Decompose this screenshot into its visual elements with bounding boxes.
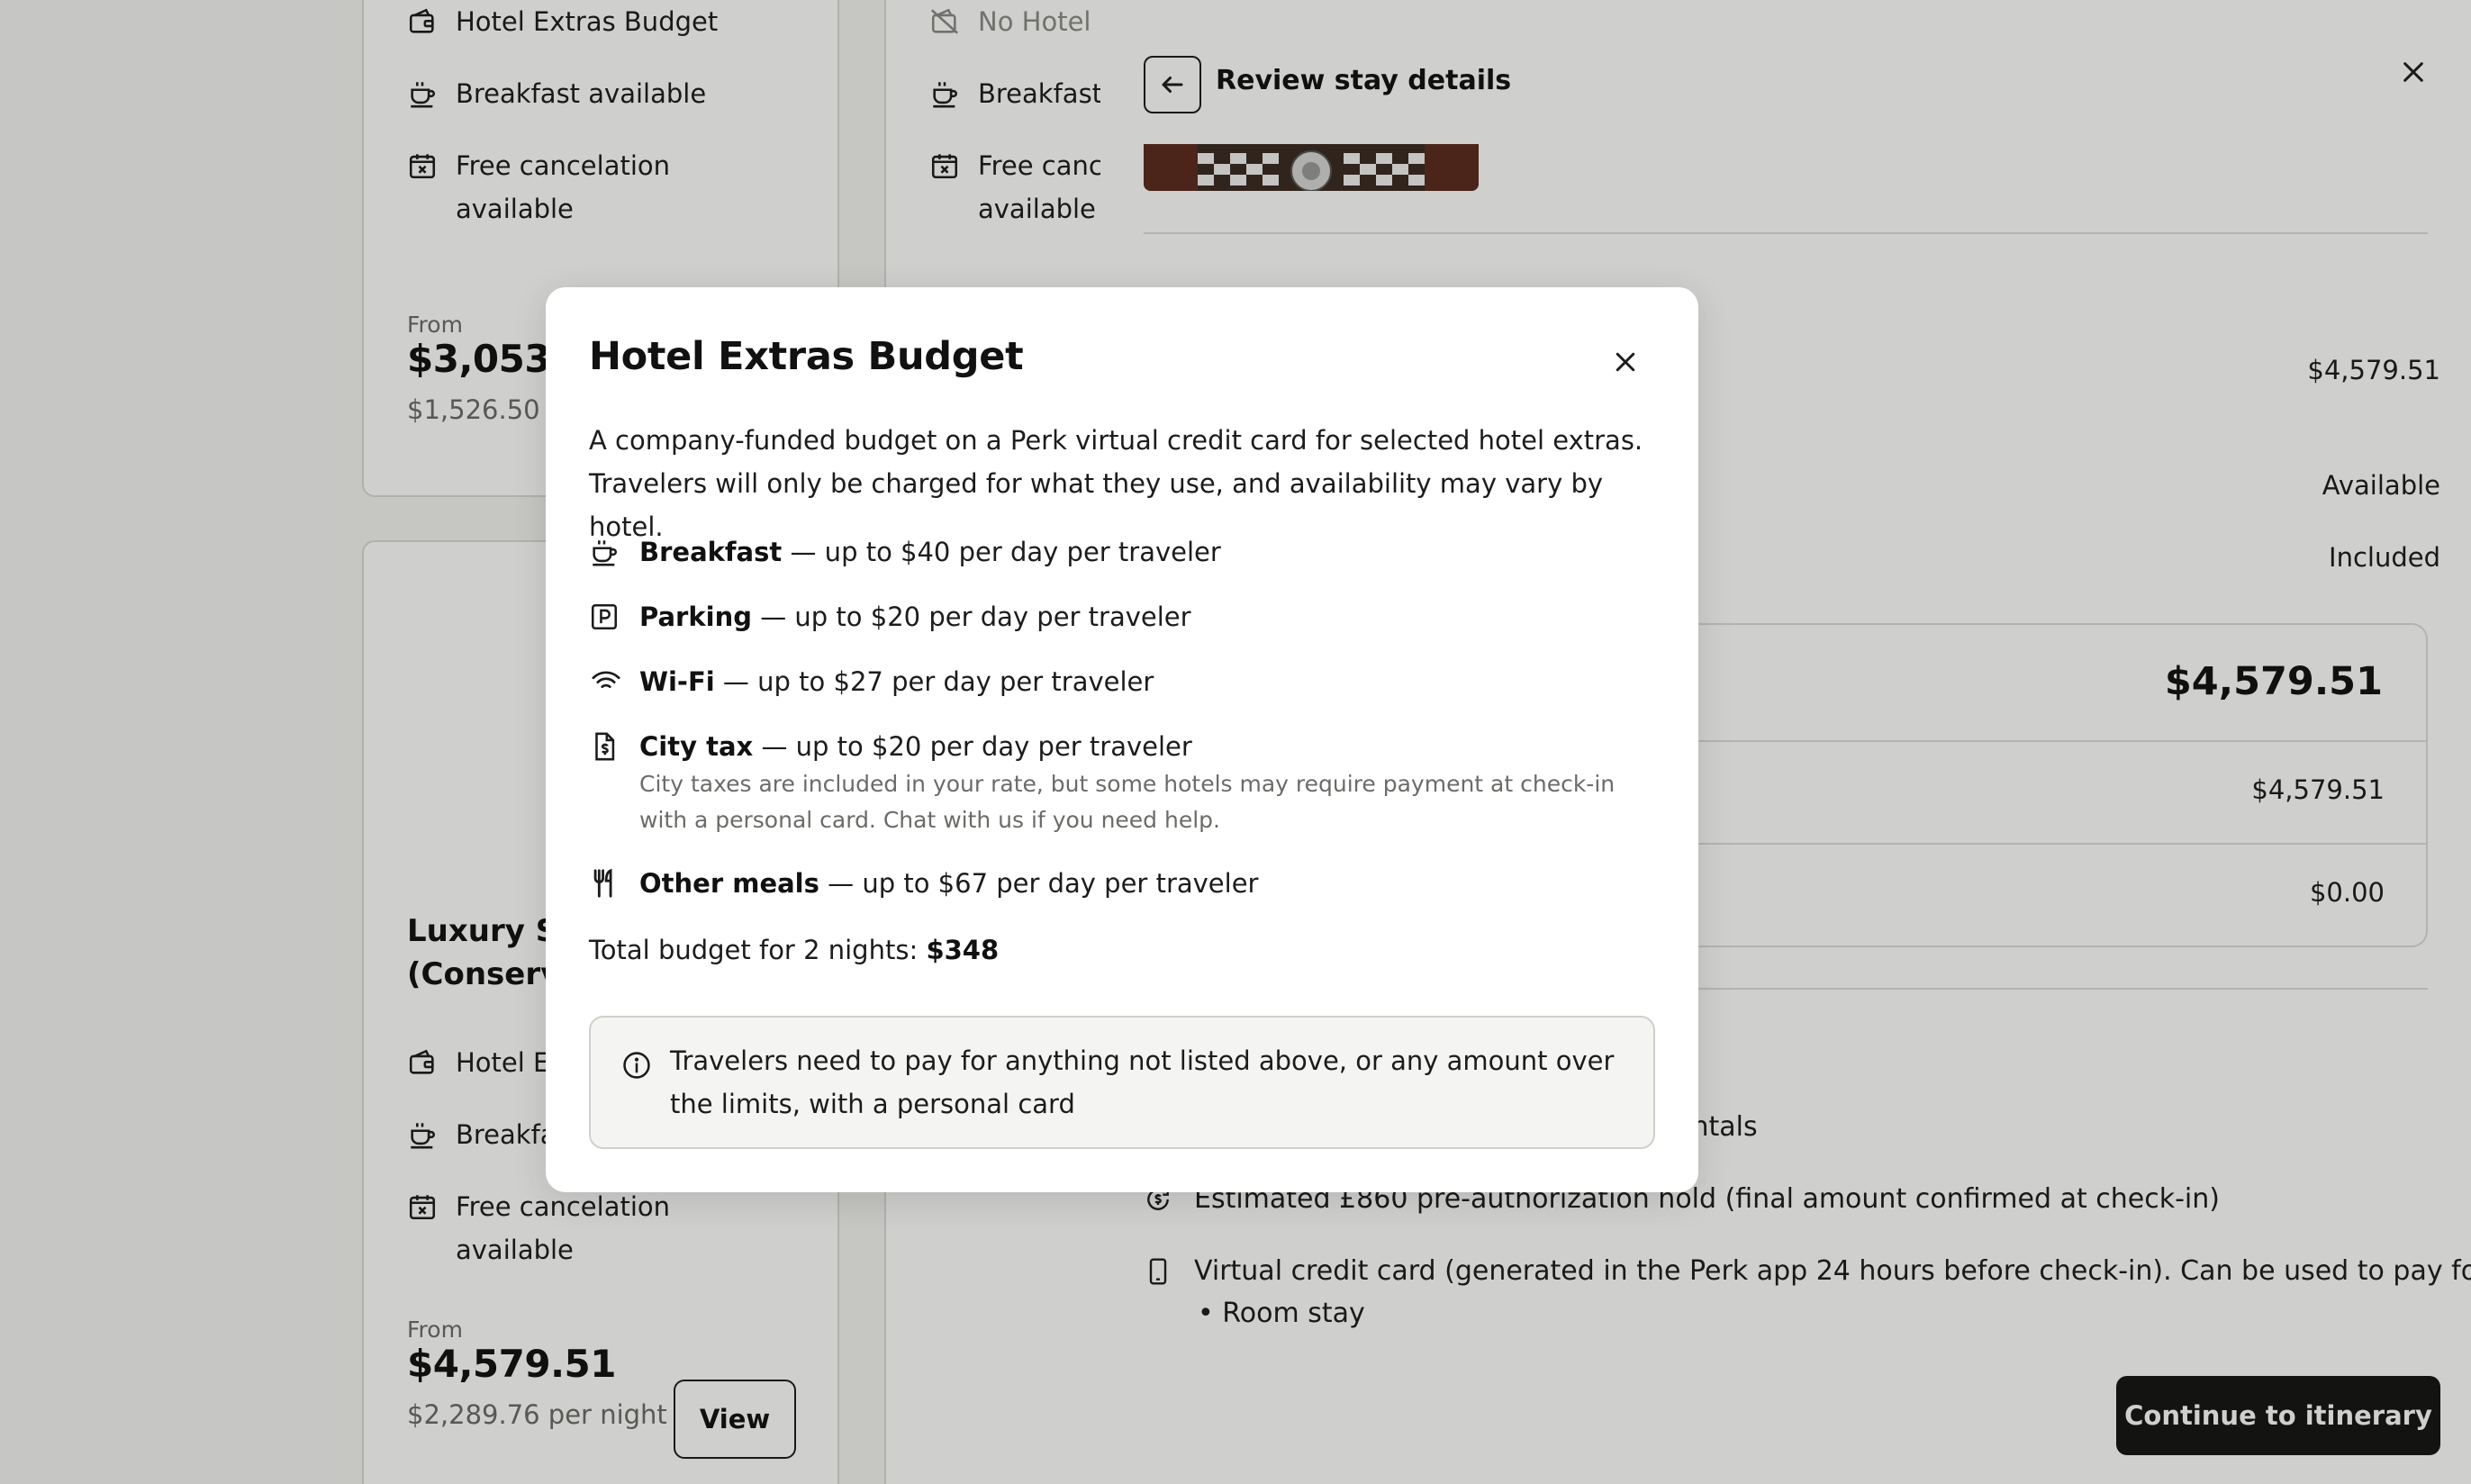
receipt-icon	[589, 725, 627, 768]
extra-detail: — up to $67 per day per traveler	[819, 868, 1259, 899]
parking-icon	[589, 595, 627, 638]
extra-name: City tax	[639, 731, 754, 762]
extra-name: Other meals	[639, 868, 819, 899]
modal-title: Hotel Extras Budget	[589, 334, 1024, 379]
coffee-cup-icon	[589, 530, 627, 574]
extra-item-parking: Parking — up to $20 per day per traveler	[589, 595, 1191, 638]
info-text: Travelers need to pay for anything not l…	[670, 1045, 1615, 1119]
extra-item-breakfast: Breakfast — up to $40 per day per travel…	[589, 530, 1221, 574]
extra-detail: — up to $20 per day per traveler	[753, 731, 1192, 762]
info-callout: Travelers need to pay for anything not l…	[589, 1016, 1655, 1149]
wifi-icon	[589, 660, 627, 703]
hotel-extras-modal: Hotel Extras Budget A company-funded bud…	[546, 287, 1698, 1192]
fork-knife-icon	[589, 862, 627, 905]
extra-item-wifi: Wi-Fi — up to $27 per day per traveler	[589, 660, 1154, 703]
info-icon	[621, 1048, 656, 1082]
modal-close-button[interactable]	[1605, 341, 1646, 383]
total-budget: Total budget for 2 nights: $348	[589, 928, 999, 972]
modal-description: A company-funded budget on a Perk virtua…	[589, 425, 1643, 542]
extra-item-other-meals: Other meals — up to $67 per day per trav…	[589, 862, 1258, 905]
total-budget-value: $348	[926, 935, 1000, 965]
extra-detail: — up to $40 per day per traveler	[782, 537, 1221, 567]
extra-detail: — up to $20 per day per traveler	[751, 602, 1191, 632]
screen: Hotel Extras Budget Breakfast available …	[0, 0, 2471, 1484]
city-tax-note: City taxes are included in your rate, bu…	[639, 771, 1616, 833]
extra-item-city-tax: City tax — up to $20 per day per travele…	[589, 725, 1192, 768]
extra-name: Wi-Fi	[639, 666, 715, 697]
extra-detail: — up to $27 per day per traveler	[714, 666, 1154, 697]
extra-name: Breakfast	[639, 537, 783, 567]
total-budget-label: Total budget for 2 nights:	[589, 935, 927, 965]
close-icon	[1616, 352, 1635, 372]
extra-name: Parking	[639, 602, 752, 632]
